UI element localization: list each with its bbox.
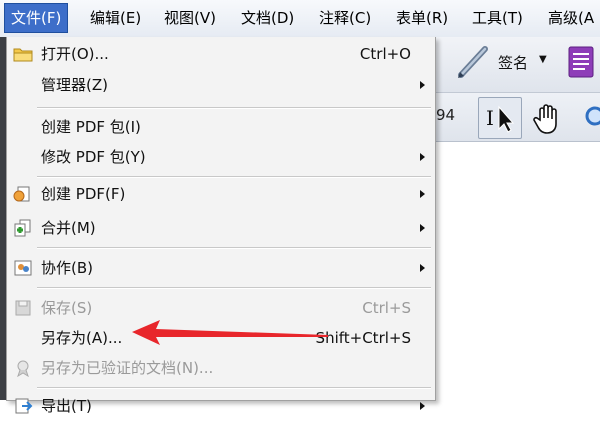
submenu-arrow-icon: [420, 402, 425, 410]
combine-icon: [14, 219, 31, 237]
collaborate-icon: [14, 260, 32, 276]
menu-file[interactable]: 文件(F): [4, 3, 69, 33]
folder-icon: [13, 48, 33, 62]
document-purple-icon[interactable]: [568, 46, 594, 78]
menu-item-label: 导出(T): [41, 397, 92, 415]
menu-item-label: 合并(M): [41, 219, 96, 237]
menu-item-label: 打开(O)...: [41, 45, 109, 63]
hand-tool-icon[interactable]: [530, 100, 566, 136]
menu-item-label: 另存为(A)...: [41, 329, 123, 347]
menu-item-label: 保存(S): [41, 299, 93, 317]
menu-item-label: 创建 PDF 包(I): [41, 118, 141, 136]
sign-button-label[interactable]: 签名: [498, 52, 528, 73]
menu-view[interactable]: 视图(V): [158, 4, 222, 32]
submenu-arrow-icon: [420, 153, 425, 161]
submenu-arrow-icon: [420, 264, 425, 272]
menu-separator: [37, 176, 431, 178]
select-tool-button[interactable]: I: [478, 97, 522, 139]
menu-item-label: 管理器(Z): [41, 76, 108, 94]
annotation-arrow: [132, 320, 328, 345]
menu-item-save-certified: 另存为已验证的文档(N)...: [7, 353, 435, 383]
select-cursor-icon: I: [486, 105, 515, 133]
menu-tools[interactable]: 工具(T): [466, 4, 529, 32]
menu-item-organizer[interactable]: 管理器(Z): [7, 70, 435, 100]
menu-bar: 文件(F) 编辑(E) 视图(V) 文档(D) 注释(C) 表单(R) 工具(T…: [0, 0, 600, 38]
menu-item-label: 创建 PDF(F): [41, 185, 126, 203]
menu-item-label: 修改 PDF 包(Y): [41, 148, 146, 166]
menu-separator: [37, 287, 431, 289]
menu-item-open[interactable]: 打开(O)... Ctrl+O: [7, 39, 435, 69]
zoom-icon[interactable]: [583, 104, 600, 132]
menu-item-modify-pdf-package[interactable]: 修改 PDF 包(Y): [7, 142, 435, 172]
certify-icon: [17, 360, 29, 377]
shortcut-label: Ctrl+O: [359, 45, 411, 63]
menu-separator: [37, 387, 431, 389]
chevron-down-icon[interactable]: ▼: [539, 54, 547, 65]
menu-edit[interactable]: 编辑(E): [84, 4, 147, 32]
menu-item-create-pdf[interactable]: 创建 PDF(F): [7, 179, 435, 209]
menu-item-export[interactable]: 导出(T): [7, 391, 435, 421]
create-pdf-icon: [13, 186, 30, 202]
menu-item-collaborate[interactable]: 协作(B): [7, 253, 435, 283]
page-number-fragment: 94: [436, 106, 456, 124]
file-menu-dropdown: 打开(O)... Ctrl+O 管理器(Z) 创建 PDF 包(I) 修改 PD…: [6, 37, 436, 415]
svg-text:I: I: [486, 106, 494, 130]
submenu-arrow-icon: [420, 81, 425, 89]
menu-document[interactable]: 文档(D): [235, 4, 300, 32]
menu-advanced[interactable]: 高级(A: [542, 4, 600, 32]
pen-icon[interactable]: [455, 44, 491, 80]
save-icon: [15, 300, 31, 316]
menu-item-label: 协作(B): [41, 259, 93, 277]
menu-forms[interactable]: 表单(R): [390, 4, 454, 32]
menu-comment[interactable]: 注释(C): [313, 4, 377, 32]
menu-item-combine[interactable]: 合并(M): [7, 213, 435, 243]
submenu-arrow-icon: [420, 224, 425, 232]
menu-item-create-pdf-package[interactable]: 创建 PDF 包(I): [7, 112, 435, 142]
menu-separator: [37, 107, 431, 109]
submenu-arrow-icon: [420, 190, 425, 198]
menu-separator: [37, 247, 431, 249]
shortcut-label: Ctrl+S: [362, 299, 411, 317]
menu-item-label: 另存为已验证的文档(N)...: [41, 359, 214, 377]
